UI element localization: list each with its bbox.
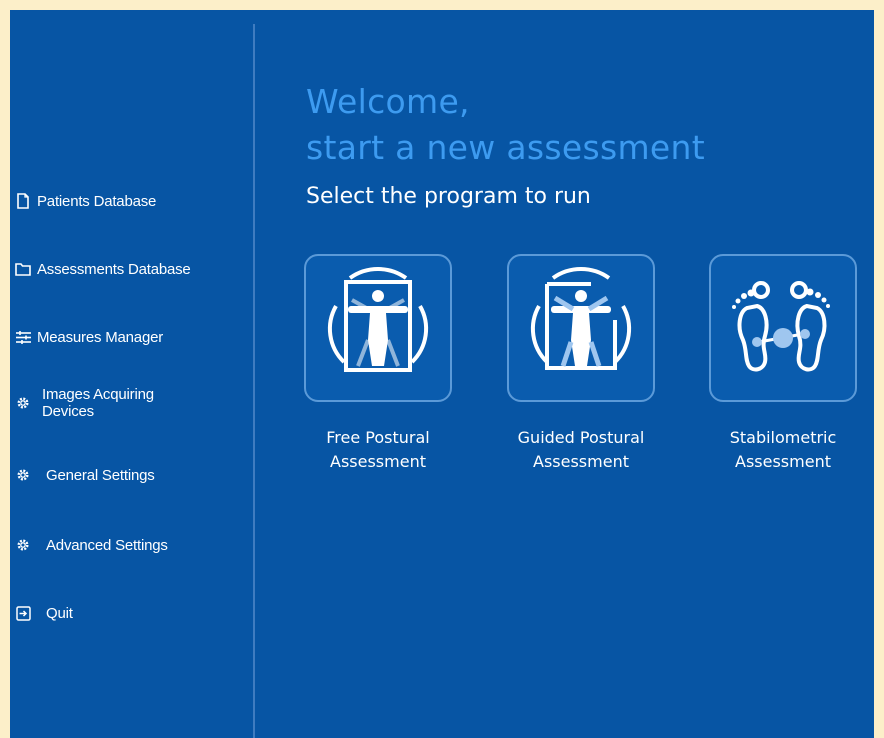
sidebar-item-label: General Settings <box>46 466 155 484</box>
sidebar-item-advanced-settings[interactable]: Advanced Settings <box>14 536 168 554</box>
sidebar-item-patients-database[interactable]: Patients Database <box>14 192 156 210</box>
sidebar-item-label: Assessments Database <box>37 260 191 278</box>
sidebar-item-images-acquiring-devices[interactable]: Images Acquiring Devices <box>14 386 154 420</box>
sidebar-item-label: Quit <box>46 604 73 622</box>
welcome-title: Welcome, <box>306 82 470 121</box>
gear-icon <box>14 394 32 412</box>
select-program-heading: Select the program to run <box>306 184 591 209</box>
welcome-subtitle: start a new assessment <box>306 128 705 167</box>
sidebar-item-label: Patients Database <box>37 192 157 210</box>
file-icon <box>14 192 32 210</box>
sliders-icon <box>14 328 32 346</box>
vitruvian-man-icon <box>318 266 438 391</box>
free-postural-assessment-button[interactable] <box>304 254 452 402</box>
sidebar: Patients Database Assessments Database M… <box>10 10 253 738</box>
feet-balance-icon <box>721 266 845 391</box>
gear-icon <box>14 466 32 484</box>
vitruvian-man-guided-icon <box>521 266 641 391</box>
folder-icon <box>14 260 32 278</box>
sidebar-item-general-settings[interactable]: General Settings <box>14 466 155 484</box>
sidebar-item-label: Measures Manager <box>37 328 164 346</box>
main-window: Patients Database Assessments Database M… <box>10 10 874 738</box>
sidebar-divider <box>253 24 255 738</box>
free-postural-assessment-label: Free Postural Assessment <box>326 428 430 471</box>
sidebar-item-label: Advanced Settings <box>46 536 168 554</box>
sidebar-item-measures-manager[interactable]: Measures Manager <box>14 328 163 346</box>
exit-icon <box>14 604 32 622</box>
guided-postural-assessment-button[interactable] <box>507 254 655 402</box>
sidebar-item-quit[interactable]: Quit <box>14 604 73 622</box>
sidebar-item-label: Images Acquiring Devices <box>42 386 154 420</box>
gear-icon <box>14 536 32 554</box>
stabilometric-assessment-button[interactable] <box>709 254 857 402</box>
guided-postural-assessment-label: Guided Postural Assessment <box>517 428 645 471</box>
sidebar-item-assessments-database[interactable]: Assessments Database <box>14 260 191 278</box>
stabilometric-assessment-label: Stabilometric Assessment <box>729 428 837 471</box>
